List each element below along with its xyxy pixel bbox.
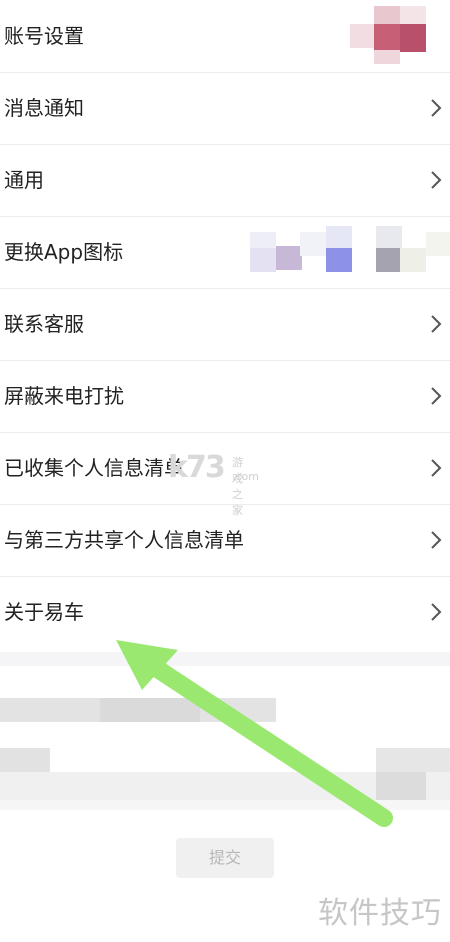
watermark-domain: .com — [232, 470, 259, 483]
bottom-right-watermark: 软件技巧 — [318, 896, 442, 931]
annotation-arrow-icon — [116, 640, 393, 827]
watermark-text: 游戏之家 — [232, 456, 243, 517]
watermark-logo: k73 — [168, 450, 226, 485]
